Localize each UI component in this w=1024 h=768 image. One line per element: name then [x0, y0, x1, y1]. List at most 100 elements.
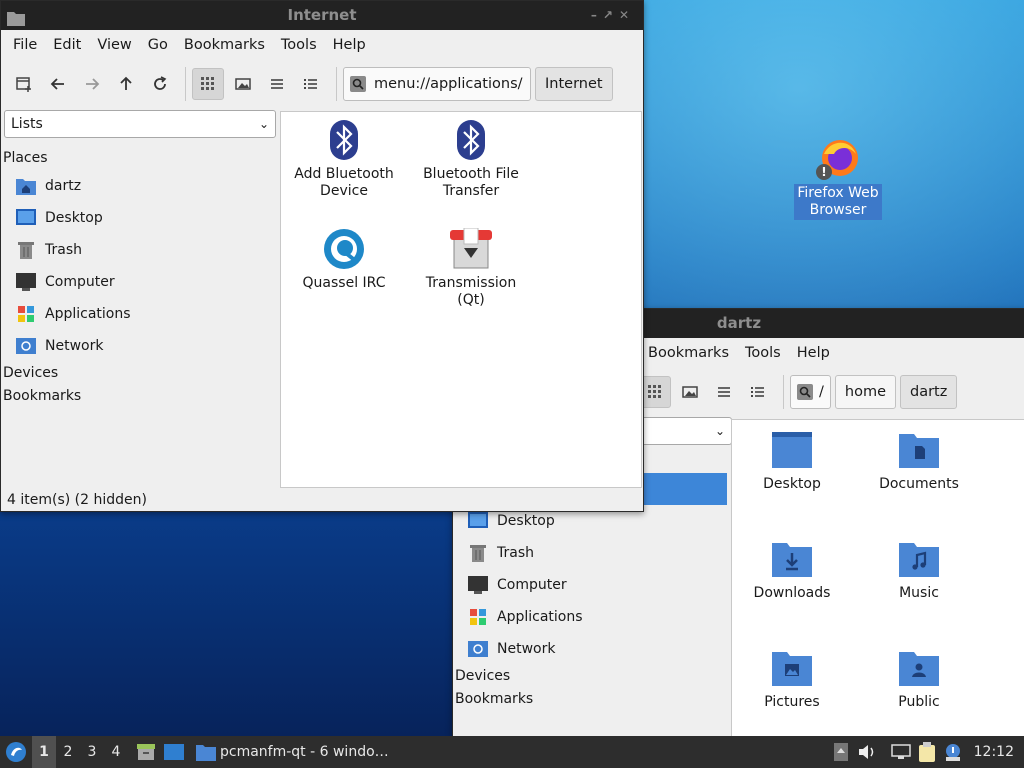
- tray-clipboard[interactable]: [914, 736, 940, 768]
- sidebar-item-label: Trash: [45, 242, 82, 258]
- path-root-button[interactable]: /: [790, 375, 831, 409]
- reload-icon: [154, 76, 167, 90]
- menu-help[interactable]: Help: [325, 37, 374, 53]
- sidebar-section-devices[interactable]: Devices: [453, 665, 729, 688]
- search-icon: [350, 76, 366, 92]
- folder-label: Public: [898, 694, 940, 710]
- sidebar-section-places[interactable]: Places: [1, 147, 277, 170]
- reload-button[interactable]: [145, 69, 175, 99]
- sidebar-item-network[interactable]: Network: [453, 633, 729, 665]
- sidebar-section-bookmarks[interactable]: Bookmarks: [1, 385, 277, 408]
- folder-view[interactable]: Desktop Documents Downloads Music Pictur…: [731, 419, 1024, 738]
- menu-bookmarks[interactable]: Bookmarks: [640, 345, 737, 361]
- app-item[interactable]: Add Bluetooth Device: [284, 118, 404, 200]
- clock[interactable]: 12:12: [966, 744, 1024, 760]
- tray-volume[interactable]: [854, 736, 880, 768]
- menu-edit[interactable]: Edit: [45, 37, 89, 53]
- menu-help[interactable]: Help: [789, 345, 838, 361]
- new-window-button[interactable]: [9, 69, 39, 99]
- thumbnail-view-button[interactable]: [675, 377, 705, 407]
- show-desktop-button[interactable]: [132, 743, 160, 761]
- window-controls: –↗✕: [591, 1, 635, 30]
- tray-notification[interactable]: [940, 736, 966, 768]
- sidebar-item-applications[interactable]: Applications: [1, 298, 277, 330]
- crumb-home[interactable]: home: [834, 375, 896, 409]
- tray-network[interactable]: [888, 736, 914, 768]
- menu-view[interactable]: View: [89, 37, 139, 53]
- folder-item[interactable]: Public: [859, 646, 979, 711]
- workspace-2[interactable]: 2: [56, 736, 80, 768]
- documents-folder-icon: [899, 434, 939, 468]
- main-menu-button[interactable]: [0, 736, 32, 768]
- workspace-1[interactable]: 1: [32, 736, 56, 768]
- menu-go[interactable]: Go: [140, 37, 176, 53]
- quicklaunch-desktop[interactable]: [160, 744, 188, 760]
- toolbar-separator: [336, 67, 337, 101]
- app-item[interactable]: Bluetooth File Transfer: [411, 118, 531, 200]
- firefox-icon: !: [816, 136, 860, 180]
- sidebar-item-home[interactable]: dartz: [1, 170, 277, 202]
- crumb-internet[interactable]: Internet: [535, 67, 613, 101]
- menu-tools[interactable]: Tools: [273, 37, 325, 53]
- sidebar-item-applications[interactable]: Applications: [453, 601, 729, 633]
- warning-badge-icon: !: [816, 164, 832, 180]
- desktop-icon: [16, 209, 36, 225]
- folder-item[interactable]: Desktop: [732, 428, 852, 493]
- downloads-folder-icon: [772, 543, 812, 577]
- minimize-icon[interactable]: –: [591, 8, 603, 22]
- folder-view[interactable]: Add Bluetooth Device Bluetooth File Tran…: [280, 111, 642, 488]
- compact-view-button[interactable]: [709, 377, 739, 407]
- close-icon[interactable]: ✕: [619, 8, 635, 22]
- desktop-folder-icon: [772, 432, 812, 468]
- location-bar[interactable]: menu://applications/: [343, 67, 531, 101]
- sidebar-section-devices[interactable]: Devices: [1, 362, 277, 385]
- applications-icon: [470, 609, 486, 625]
- menu-tools[interactable]: Tools: [737, 345, 789, 361]
- sidebar-mode-select[interactable]: Lists ⌄: [4, 110, 276, 138]
- folder-label: Documents: [879, 476, 959, 492]
- window-title: Internet: [287, 6, 357, 24]
- folder-item[interactable]: Downloads: [732, 537, 852, 602]
- crumb-dartz[interactable]: dartz: [900, 375, 958, 409]
- tray-updates[interactable]: [828, 736, 854, 768]
- task-pcmanfm[interactable]: pcmanfm-qt - 6 windo…: [196, 743, 389, 761]
- window-title: dartz: [716, 314, 762, 332]
- sidebar-item-desktop[interactable]: Desktop: [1, 202, 277, 234]
- menu-bookmarks[interactable]: Bookmarks: [176, 37, 273, 53]
- arrow-right-icon: [86, 78, 100, 90]
- forward-button[interactable]: [77, 69, 107, 99]
- menubar: File Edit View Go Bookmarks Tools Help: [1, 30, 643, 60]
- thumbnail-view-button[interactable]: [228, 69, 258, 99]
- sidebar-item-trash[interactable]: Trash: [1, 234, 277, 266]
- maximize-icon[interactable]: ↗: [603, 8, 619, 22]
- compact-view-button[interactable]: [262, 69, 292, 99]
- sidebar-item-trash[interactable]: Trash: [453, 537, 729, 569]
- app-item[interactable]: Quassel IRC: [284, 227, 404, 292]
- system-tray: 12:12: [828, 736, 1024, 768]
- detailed-view-button[interactable]: [743, 377, 773, 407]
- app-item[interactable]: Transmission (Qt): [411, 227, 531, 309]
- workspace-3[interactable]: 3: [80, 736, 104, 768]
- workspace-4[interactable]: 4: [104, 736, 128, 768]
- menu-file[interactable]: File: [5, 37, 45, 53]
- sidebar-item-computer[interactable]: Computer: [1, 266, 277, 298]
- trash-icon: [470, 545, 486, 562]
- desktop-icon-firefox[interactable]: ! Firefox Web Browser: [794, 136, 882, 220]
- detailed-view-button[interactable]: [296, 69, 326, 99]
- up-button[interactable]: [111, 69, 141, 99]
- network-icon: [468, 641, 488, 657]
- location-text: menu://applications/: [374, 76, 523, 92]
- clipboard-icon: [918, 742, 935, 762]
- icon-view-button[interactable]: [192, 68, 224, 100]
- app-label: Quassel IRC: [302, 275, 386, 291]
- sidebar-section-bookmarks[interactable]: Bookmarks: [453, 688, 729, 711]
- back-button[interactable]: [43, 69, 73, 99]
- folder-item[interactable]: Pictures: [732, 646, 852, 711]
- folder-item[interactable]: Documents: [859, 428, 979, 493]
- sidebar-item-computer[interactable]: Computer: [453, 569, 729, 601]
- sidebar-item-network[interactable]: Network: [1, 330, 277, 362]
- folder-item[interactable]: Music: [859, 537, 979, 602]
- network-icon: [890, 744, 911, 759]
- window-titlebar[interactable]: Internet –↗✕: [1, 1, 643, 30]
- taskbar: 1 2 3 4 pcmanfm-qt - 6 windo… 12:12: [0, 736, 1024, 768]
